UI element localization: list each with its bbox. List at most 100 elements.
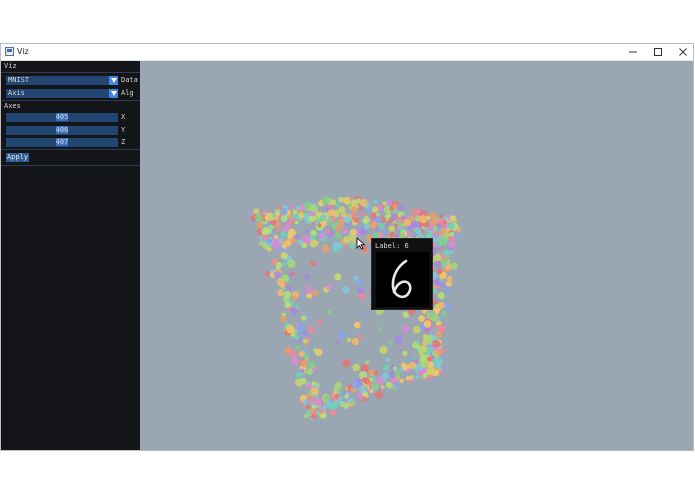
data-point[interactable] [428,311,436,319]
data-point[interactable] [388,371,396,379]
data-point[interactable] [367,208,372,213]
data-point[interactable] [281,253,288,260]
data-point[interactable] [419,215,428,224]
data-point[interactable] [360,312,365,317]
minimize-button[interactable] [621,44,645,60]
data-point[interactable] [362,218,367,223]
data-point[interactable] [280,315,287,323]
data-point[interactable] [404,219,412,227]
data-point[interactable] [276,227,282,233]
data-point[interactable] [310,413,317,420]
data-point[interactable] [264,270,271,277]
data-point[interactable] [386,382,391,387]
data-point[interactable] [388,340,393,345]
data-point[interactable] [439,220,444,226]
data-point[interactable] [377,231,383,237]
data-point[interactable] [356,279,363,286]
data-point[interactable] [439,237,448,246]
data-point[interactable] [346,337,352,343]
data-point[interactable] [291,357,300,365]
data-point[interactable] [309,239,318,248]
apply-button[interactable]: Apply [6,153,29,162]
data-point[interactable] [337,331,346,340]
data-point[interactable] [330,402,339,410]
data-point[interactable] [352,364,360,372]
data-point[interactable] [343,196,351,205]
data-point[interactable] [390,213,397,221]
data-point[interactable] [353,217,360,223]
data-point[interactable] [286,324,295,334]
dataset-dropdown-arrow-icon[interactable] [109,76,118,85]
data-point[interactable] [435,331,443,338]
data-point[interactable] [385,357,391,363]
data-point[interactable] [283,290,292,299]
data-point[interactable] [306,368,313,375]
data-point[interactable] [423,320,432,328]
data-point[interactable] [351,212,357,218]
data-point[interactable] [273,271,281,279]
data-point[interactable] [436,316,441,321]
data-point[interactable] [302,399,308,405]
data-point[interactable] [334,273,342,281]
data-point[interactable] [382,201,387,206]
data-point[interactable] [290,332,296,337]
data-point[interactable] [283,239,292,247]
data-point[interactable] [433,278,441,286]
data-point[interactable] [442,224,448,230]
data-point[interactable] [360,364,369,372]
data-point[interactable] [432,339,441,348]
maximize-button[interactable] [646,44,670,60]
data-point[interactable] [310,260,316,266]
data-point[interactable] [301,235,310,244]
algorithm-select[interactable]: Axis [6,89,118,98]
data-point[interactable] [371,206,379,213]
data-point[interactable] [437,292,445,300]
data-point[interactable] [435,320,441,326]
data-point[interactable] [375,216,383,224]
data-point[interactable] [426,215,431,220]
data-point[interactable] [342,286,350,294]
data-point[interactable] [362,396,368,402]
data-point[interactable] [401,215,406,220]
data-point[interactable] [290,271,295,276]
data-point[interactable] [389,206,394,211]
data-point[interactable] [269,268,274,273]
data-point[interactable] [305,382,312,389]
data-point[interactable] [281,274,290,283]
data-point[interactable] [426,367,435,376]
data-point[interactable] [337,390,342,395]
data-point[interactable] [448,240,456,248]
data-point[interactable] [441,310,447,316]
data-point[interactable] [290,307,298,315]
data-point[interactable] [322,245,330,253]
data-point[interactable] [326,283,333,290]
axis-z-input[interactable]: 407 [6,138,118,147]
data-point[interactable] [319,233,326,240]
data-point[interactable] [335,202,340,208]
data-point[interactable] [344,394,349,399]
data-point[interactable] [259,241,264,246]
data-point[interactable] [284,301,291,308]
data-point[interactable] [340,211,347,218]
data-point[interactable] [350,400,355,405]
data-point[interactable] [450,262,458,270]
data-point[interactable] [315,348,323,356]
data-point[interactable] [307,360,316,370]
data-point[interactable] [270,259,276,265]
data-point[interactable] [300,360,308,368]
data-point[interactable] [287,259,296,268]
data-point[interactable] [317,223,322,228]
data-point[interactable] [266,228,272,234]
data-point[interactable] [369,389,374,394]
data-point[interactable] [304,413,309,418]
data-point[interactable] [327,209,335,216]
data-point[interactable] [373,199,379,204]
data-point[interactable] [392,366,398,371]
data-point[interactable] [434,361,442,369]
data-point[interactable] [318,408,324,414]
data-point[interactable] [264,215,269,220]
data-point[interactable] [309,408,315,414]
data-point[interactable] [429,217,439,226]
axis-x-input[interactable]: 405 [6,113,118,122]
data-point[interactable] [355,198,361,204]
